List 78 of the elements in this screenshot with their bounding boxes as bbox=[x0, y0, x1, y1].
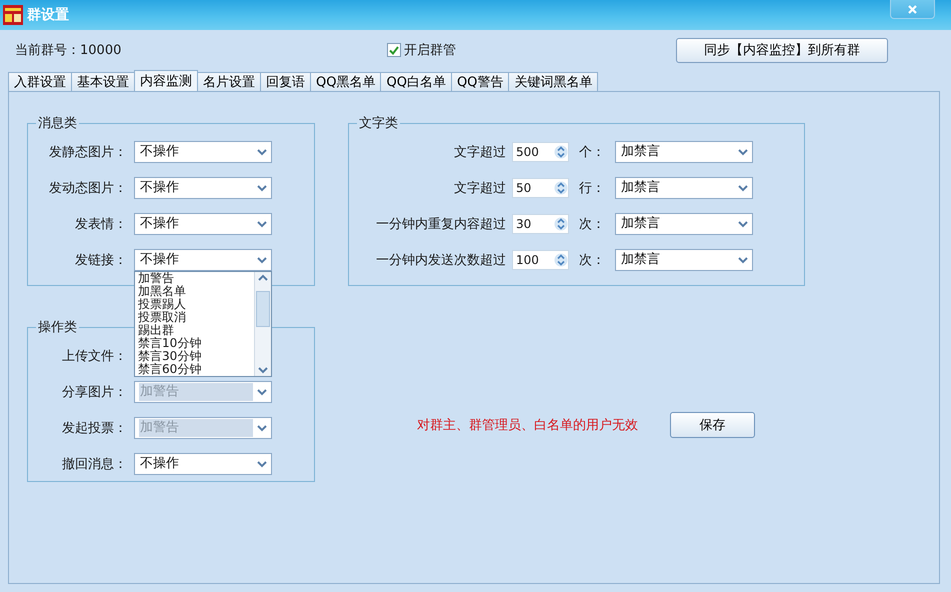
chevron-down-icon bbox=[738, 220, 748, 228]
tab[interactable]: 名片设置 bbox=[197, 72, 261, 91]
field-label: 一分钟内重复内容超过 bbox=[375, 216, 507, 233]
field-label: 上传文件： bbox=[61, 348, 128, 365]
tab[interactable]: QQ警告 bbox=[450, 72, 510, 91]
dropdown-option[interactable]: 加黑名单 bbox=[138, 285, 254, 298]
chevron-down-icon bbox=[257, 460, 267, 468]
sync-button[interactable]: 同步【内容监控】到所有群 bbox=[676, 38, 888, 62]
field-label: 文字超过 bbox=[453, 180, 507, 197]
number-field[interactable]: 100 bbox=[512, 250, 569, 270]
dropdown-list[interactable]: 加警告 加黑名单 投票踢人 投票取消 踢出群 禁言10分钟 禁言30分钟 禁言60分钟 bbox=[134, 271, 272, 377]
chevron-down-icon bbox=[738, 148, 748, 156]
number-field[interactable]: 30 bbox=[512, 214, 569, 234]
dropdown[interactable]: 不操作 bbox=[134, 213, 272, 235]
dropdown[interactable]: 不操作 bbox=[134, 177, 272, 199]
dropdown[interactable]: 不操作 bbox=[134, 249, 272, 271]
unit-label: 个： bbox=[578, 144, 606, 161]
group-number: 当前群号：10000 bbox=[15, 42, 122, 59]
close-button[interactable] bbox=[890, 0, 935, 19]
dropdown[interactable]: 不操作 bbox=[134, 141, 272, 163]
dropdown-option[interactable]: 禁言60分钟 bbox=[138, 363, 254, 376]
check-icon bbox=[389, 46, 399, 54]
group-title: 文字类 bbox=[358, 115, 399, 132]
field-label: 分享图片： bbox=[61, 384, 128, 401]
dropdown[interactable]: 加禁言 bbox=[615, 177, 753, 199]
spinner-icon[interactable] bbox=[554, 216, 568, 232]
dropdown[interactable]: 加禁言 bbox=[615, 141, 753, 163]
dropdown[interactable]: 加禁言 bbox=[615, 213, 753, 235]
dropdown[interactable]: 不操作 bbox=[134, 453, 272, 475]
tab[interactable]: 入群设置 bbox=[8, 72, 72, 91]
number-field[interactable]: 500 bbox=[512, 142, 569, 162]
group-title: 操作类 bbox=[37, 319, 78, 336]
tab[interactable]: 关键词黑名单 bbox=[508, 72, 598, 91]
dropdown-option[interactable]: 踢出群 bbox=[138, 324, 254, 337]
save-button[interactable]: 保存 bbox=[670, 412, 755, 438]
spinner-icon[interactable] bbox=[554, 180, 568, 196]
dropdown-option[interactable]: 投票取消 bbox=[138, 311, 254, 324]
spinner-icon[interactable] bbox=[554, 144, 568, 160]
chevron-down-icon bbox=[738, 184, 748, 192]
dropdown-option[interactable]: 投票踢人 bbox=[138, 298, 254, 311]
window-title: 群设置 bbox=[27, 6, 69, 24]
field-label: 发表情： bbox=[74, 216, 128, 233]
scrollbar[interactable] bbox=[254, 272, 271, 376]
app-icon bbox=[3, 5, 23, 25]
notice-text: 对群主、群管理员、白名单的用户无效 bbox=[417, 417, 638, 434]
dropdown[interactable]: 加禁言 bbox=[615, 249, 753, 271]
field-label: 发动态图片： bbox=[48, 180, 128, 197]
unit-label: 次： bbox=[578, 216, 606, 233]
chevron-down-icon bbox=[257, 220, 267, 228]
chevron-down-icon bbox=[257, 148, 267, 156]
chevron-down-icon bbox=[738, 256, 748, 264]
field-label: 一分钟内发送次数超过 bbox=[375, 252, 507, 269]
field-label: 文字超过 bbox=[453, 144, 507, 161]
field-label: 撤回消息： bbox=[61, 456, 128, 473]
checkbox-label[interactable]: 开启群管 bbox=[404, 41, 456, 59]
scrollbar-thumb[interactable] bbox=[256, 291, 270, 327]
tab[interactable]: QQ黑名单 bbox=[310, 72, 382, 91]
chevron-down-icon bbox=[257, 184, 267, 192]
dropdown-option[interactable]: 禁言10分钟 bbox=[138, 337, 254, 350]
tab[interactable]: 回复语 bbox=[260, 72, 311, 91]
spinner-icon[interactable] bbox=[554, 252, 568, 268]
close-icon bbox=[908, 4, 917, 14]
tab[interactable]: 内容监测 bbox=[134, 70, 198, 91]
dropdown-option[interactable]: 加警告 bbox=[138, 272, 254, 285]
unit-label: 行： bbox=[578, 180, 606, 197]
field-label: 发链接： bbox=[74, 252, 128, 269]
checkbox[interactable] bbox=[387, 43, 401, 57]
number-field[interactable]: 50 bbox=[512, 178, 569, 198]
group-title: 消息类 bbox=[37, 115, 78, 132]
dropdown-option[interactable]: 禁言30分钟 bbox=[138, 350, 254, 363]
tab[interactable]: 基本设置 bbox=[71, 72, 135, 91]
chevron-down-icon bbox=[257, 256, 267, 264]
tab[interactable]: QQ白名单 bbox=[380, 72, 452, 91]
chevron-down-icon bbox=[257, 388, 267, 396]
unit-label: 次： bbox=[578, 252, 606, 269]
chevron-down-icon bbox=[257, 424, 267, 432]
field-label: 发起投票： bbox=[61, 420, 128, 437]
field-label: 发静态图片： bbox=[48, 144, 128, 161]
